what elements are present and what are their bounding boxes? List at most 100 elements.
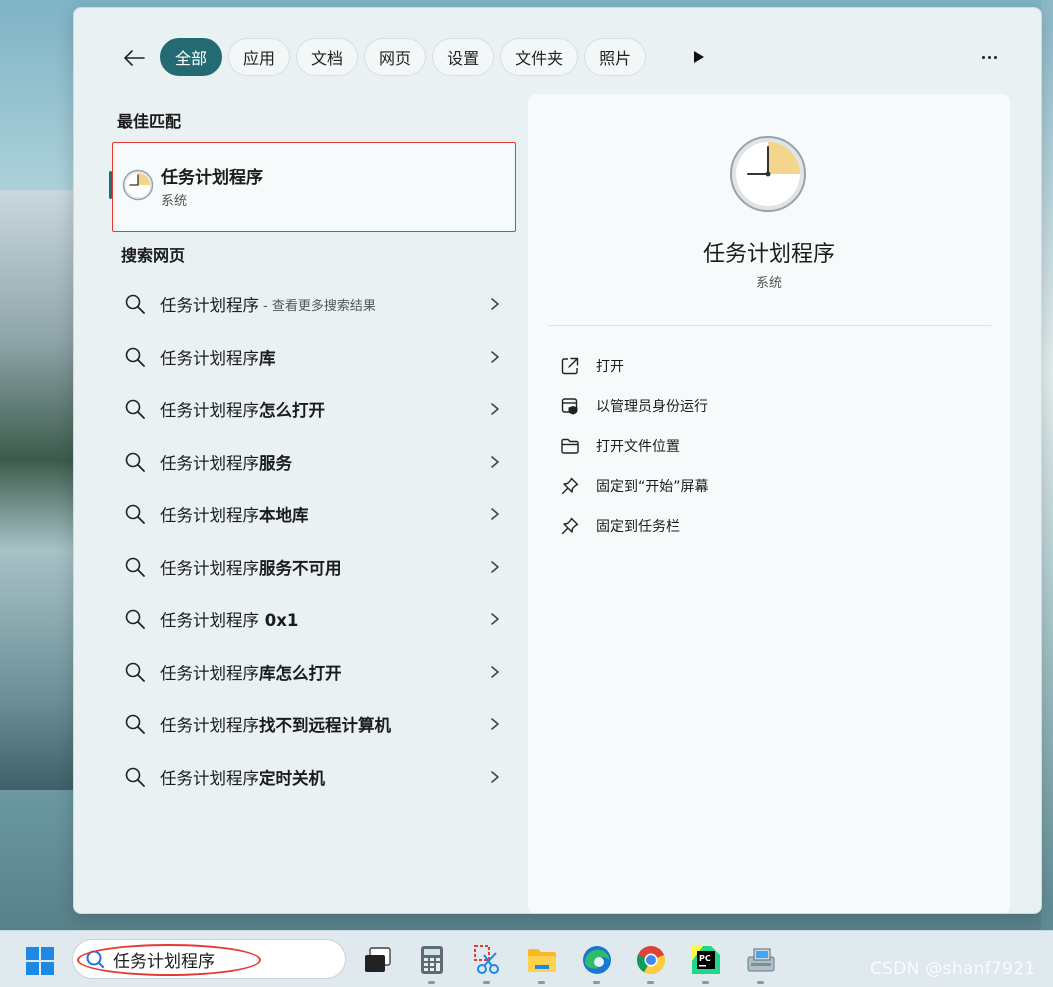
detail-subtitle: 系统 xyxy=(755,276,782,291)
divider xyxy=(548,325,991,326)
web-search-item-hint: - 查看更多搜索结果 xyxy=(263,298,376,314)
web-search-item-text: 任务计划程序怎么打开 xyxy=(160,401,325,421)
wallpaper-right xyxy=(1041,0,1053,930)
web-search-item[interactable]: 任务计划程序库怎么打开 xyxy=(112,646,502,699)
windows-start-icon[interactable] xyxy=(24,945,56,977)
web-search-item-text: 任务计划程序 0x1 xyxy=(160,611,299,631)
pin-to-taskbar-action[interactable]: 固定到任务栏 xyxy=(560,506,709,546)
open-external-icon xyxy=(561,357,579,375)
chip-documents[interactable]: 文档 xyxy=(296,38,359,76)
chevron-right-icon xyxy=(491,455,499,468)
best-match-title: 任务计划程序 xyxy=(161,168,263,188)
chevron-right-icon xyxy=(491,665,499,678)
more-filters-button[interactable] xyxy=(686,44,712,70)
chevron-right-icon xyxy=(491,718,499,730)
running-indicator xyxy=(538,981,545,984)
chrome-icon[interactable] xyxy=(634,943,668,977)
ellipsis-dot xyxy=(987,55,991,59)
action-list: 打开 以管理员身份运行 打开文件位置 固定到“开始”屏幕 固定到任务栏 xyxy=(560,346,709,546)
web-search-item[interactable]: 任务计划程序服务 xyxy=(112,436,502,489)
chip-folders[interactable]: 文件夹 xyxy=(500,38,579,76)
start-search-panel: 全部 应用 文档 网页 设置 文件夹 照片 最佳匹配 任务计划程序 系统 搜索网… xyxy=(73,7,1042,914)
run-as-admin-label: 以管理员身份运行 xyxy=(596,399,708,415)
chevron-right-icon xyxy=(491,298,499,310)
web-search-list: 任务计划程序 - 查看更多搜索结果 任务计划程序库 任务计划程序怎么打开 任务计… xyxy=(112,278,502,803)
open-action[interactable]: 打开 xyxy=(560,346,709,386)
web-search-item[interactable]: 任务计划程序怎么打开 xyxy=(112,383,502,436)
web-search-item-text: 任务计划程序找不到远程计算机 xyxy=(160,716,391,736)
network-icon[interactable] xyxy=(744,943,778,977)
pin-to-taskbar-label: 固定到任务栏 xyxy=(596,519,680,535)
web-search-item-text: 任务计划程序服务 xyxy=(160,453,292,473)
back-button[interactable] xyxy=(118,42,150,74)
clock-icon xyxy=(122,169,154,201)
chevron-right-icon xyxy=(491,403,499,415)
open-action-label: 打开 xyxy=(596,359,624,375)
running-indicator xyxy=(593,981,600,984)
chip-web[interactable]: 网页 xyxy=(364,38,427,76)
web-search-item[interactable]: 任务计划程序找不到远程计算机 xyxy=(112,698,502,751)
search-icon xyxy=(125,504,145,525)
annotation-ellipse xyxy=(77,944,261,976)
edge-icon[interactable] xyxy=(580,943,614,977)
chevron-right-icon xyxy=(491,560,499,573)
more-options-button[interactable] xyxy=(974,44,1004,70)
best-match-subtitle: 系统 xyxy=(161,194,188,209)
best-match-heading: 最佳匹配 xyxy=(117,112,182,131)
pin-icon xyxy=(561,517,579,535)
selection-indicator xyxy=(109,171,112,199)
chip-photos[interactable]: 照片 xyxy=(584,38,647,76)
admin-shield-icon xyxy=(561,398,578,415)
search-icon xyxy=(125,452,145,472)
calculator-icon[interactable] xyxy=(415,943,449,977)
snipping-tool-icon[interactable] xyxy=(470,943,504,977)
search-icon xyxy=(125,609,145,630)
wallpaper-left xyxy=(0,190,80,790)
running-indicator xyxy=(757,981,764,984)
watermark: CSDN @shanf7921 xyxy=(870,959,1036,979)
running-indicator xyxy=(702,981,709,984)
open-file-location-action[interactable]: 打开文件位置 xyxy=(560,426,709,466)
search-icon xyxy=(125,347,145,367)
pin-to-start-action[interactable]: 固定到“开始”屏幕 xyxy=(560,466,709,506)
chevron-right-icon xyxy=(491,350,499,363)
best-match-card[interactable]: 任务计划程序 系统 xyxy=(109,142,516,232)
detail-pane: 任务计划程序 系统 打开 以管理员身份运行 打开文件位置 固定到“开始”屏幕 固… xyxy=(528,94,1010,913)
search-icon xyxy=(125,294,145,315)
file-explorer-icon[interactable] xyxy=(525,943,559,977)
search-icon xyxy=(125,662,145,682)
web-search-heading: 搜索网页 xyxy=(121,246,186,265)
web-search-item[interactable]: 任务计划程序定时关机 xyxy=(112,751,502,804)
chip-all[interactable]: 全部 xyxy=(160,38,223,76)
search-icon xyxy=(125,767,145,787)
web-search-item-text: 任务计划程序定时关机 xyxy=(160,768,325,788)
web-search-item[interactable]: 任务计划程序本地库 xyxy=(112,488,502,541)
pycharm-icon[interactable]: PC xyxy=(689,943,723,977)
web-search-item[interactable]: 任务计划程序服务不可用 xyxy=(112,541,502,594)
task-view-icon[interactable] xyxy=(361,943,395,977)
ellipsis-icon xyxy=(981,55,985,59)
web-search-item-text: 任务计划程序 xyxy=(160,296,259,316)
search-icon xyxy=(125,714,145,735)
search-icon xyxy=(125,557,145,577)
running-indicator xyxy=(483,981,490,984)
folder-icon xyxy=(561,438,579,454)
web-search-item[interactable]: 任务计划程序 - 查看更多搜索结果 xyxy=(112,278,502,331)
filter-chips: 全部 应用 文档 网页 设置 文件夹 照片 xyxy=(160,38,647,76)
running-indicator xyxy=(647,981,654,984)
taskbar-search-box[interactable]: 任务计划程序 xyxy=(72,939,346,979)
svg-text:PC: PC xyxy=(699,954,711,963)
web-search-item[interactable]: 任务计划程序 0x1 xyxy=(112,593,502,646)
detail-title: 任务计划程序 xyxy=(702,242,835,267)
pin-to-start-label: 固定到“开始”屏幕 xyxy=(596,479,709,495)
chip-settings[interactable]: 设置 xyxy=(432,38,495,76)
chip-apps[interactable]: 应用 xyxy=(228,38,291,76)
chevron-right-icon xyxy=(491,508,499,520)
chevron-right-icon xyxy=(491,770,499,783)
web-search-item-text: 任务计划程序服务不可用 xyxy=(160,558,342,578)
run-as-admin-action[interactable]: 以管理员身份运行 xyxy=(560,386,709,426)
clock-icon xyxy=(730,136,806,212)
chevron-right-icon xyxy=(491,613,499,625)
play-icon xyxy=(694,51,704,63)
web-search-item[interactable]: 任务计划程序库 xyxy=(112,331,502,384)
